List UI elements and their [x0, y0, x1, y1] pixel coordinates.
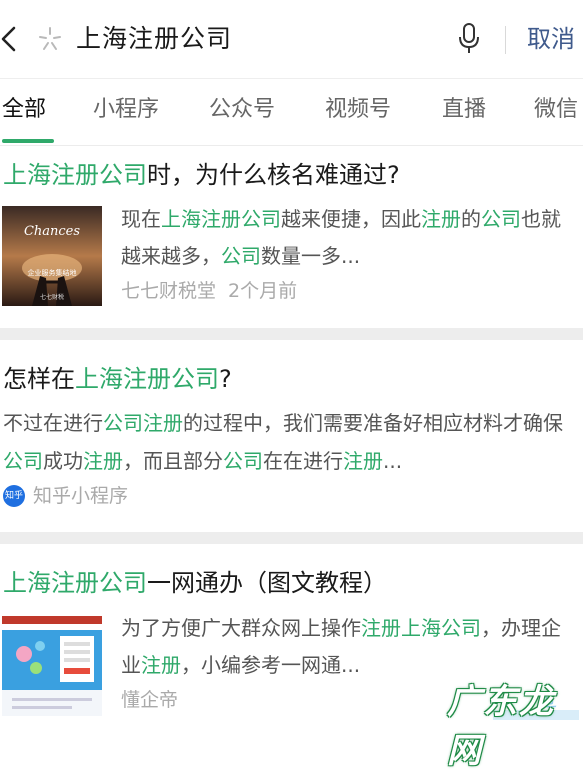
result-source: 知乎小程序: [33, 485, 129, 507]
source-name: 七七财税堂: [121, 280, 217, 302]
text-segment: 数量一多...: [261, 244, 361, 268]
text-segment: 越来便捷，因此: [281, 207, 421, 231]
text-segment: 一网通办（图文教程）: [147, 569, 387, 597]
tab-mini-programs[interactable]: 小程序: [93, 95, 159, 125]
result-thumbnail: Chances 企业服务集结地 七七财税: [2, 206, 102, 306]
highlighted-keyword: 公司: [481, 207, 521, 231]
result-thumbnail: [2, 616, 102, 716]
highlighted-keyword: 公司注册: [103, 411, 183, 435]
tab-wechat[interactable]: 微信: [534, 95, 578, 125]
text-segment: 怎样在: [3, 365, 75, 393]
result-snippet: 不过在进行公司注册的过程中，我们需要准备好相应材料才确保公司成功注册，而且部分公…: [3, 404, 578, 480]
result-separator: [0, 328, 583, 340]
highlighted-keyword: 注册上海公司: [361, 616, 481, 640]
search-input[interactable]: 上海注册公司: [76, 20, 232, 58]
text-segment: 不过在进行: [3, 411, 103, 435]
active-tab-indicator: [2, 139, 54, 143]
tab-official-accounts[interactable]: 公众号: [209, 95, 275, 125]
text-segment: 时，为什么核名难通过?: [147, 161, 400, 189]
highlighted-keyword: 上海注册公司: [3, 161, 147, 189]
text-segment: ...: [383, 449, 403, 473]
highlighted-keyword: 注册: [141, 653, 181, 677]
cancel-button[interactable]: 取消: [527, 20, 575, 58]
microphone-icon[interactable]: [457, 22, 481, 56]
text-segment: 成功: [43, 449, 83, 473]
search-bar: 上海注册公司 取消: [0, 0, 583, 78]
highlighted-keyword: 注册: [343, 449, 383, 473]
tab-all[interactable]: 全部: [2, 95, 46, 125]
text-segment: 现在: [121, 207, 161, 231]
result-title[interactable]: 怎样在上海注册公司?: [3, 362, 232, 396]
watermark-logo: 广东龙网: [443, 678, 579, 771]
back-arrow-icon[interactable]: [0, 24, 22, 54]
thumbnail-heading: Chances: [23, 224, 81, 239]
tab-live[interactable]: 直播: [442, 95, 486, 125]
text-segment: 为了方便广大群众网上操作: [121, 616, 361, 640]
highlighted-keyword: 公司: [3, 449, 43, 473]
text-segment: ?: [219, 365, 232, 393]
watermark-text: 广东龙网: [447, 682, 555, 771]
zhihu-logo-icon: 知乎: [3, 485, 25, 507]
thumbnail-sub: 七七财税: [39, 294, 64, 301]
highlighted-keyword: 上海注册公司: [75, 365, 219, 393]
text-segment: 的: [461, 207, 481, 231]
highlighted-keyword: 上海注册公司: [161, 207, 281, 231]
tab-channels[interactable]: 视频号: [325, 95, 391, 125]
result-source: 七七财税堂 2个月前: [121, 277, 297, 305]
search-brand-icon: [39, 27, 61, 50]
result-title[interactable]: 上海注册公司一网通办（图文教程）: [3, 566, 387, 600]
thumbnail-caption: 企业服务集结地: [27, 269, 77, 277]
text-segment: 在在进行: [263, 449, 343, 473]
text-segment: ，小编参考一网通...: [181, 653, 361, 677]
highlighted-keyword: 注册: [83, 449, 123, 473]
tab-bar: 全部 小程序 公众号 视频号 直播 微信: [0, 78, 583, 146]
search-result-2[interactable]: 怎样在上海注册公司? 不过在进行公司注册的过程中，我们需要准备好相应材料才确保公…: [0, 340, 583, 532]
highlighted-keyword: 公司: [221, 244, 261, 268]
highlighted-keyword: 上海注册公司: [3, 569, 147, 597]
highlighted-keyword: 注册: [421, 207, 461, 231]
text-segment: ，而且部分: [123, 449, 223, 473]
result-time: 2个月前: [228, 280, 298, 302]
search-divider: [505, 26, 506, 54]
highlighted-keyword: 公司: [223, 449, 263, 473]
result-separator: [0, 532, 583, 544]
result-source: 懂企帝: [121, 689, 179, 711]
result-snippet: 现在上海注册公司越来便捷，因此注册的公司也就越来越多，公司数量一多...: [121, 201, 571, 275]
text-segment: 的过程中，我们需要准备好相应材料才确保: [183, 411, 563, 435]
result-title[interactable]: 上海注册公司时，为什么核名难通过?: [3, 158, 400, 192]
result-snippet: 为了方便广大群众网上操作注册上海公司，办理企业注册，小编参考一网通...: [121, 610, 571, 684]
search-result-1[interactable]: 上海注册公司时，为什么核名难通过? Chances 企业服务集结地 七七财税 现…: [0, 146, 583, 328]
